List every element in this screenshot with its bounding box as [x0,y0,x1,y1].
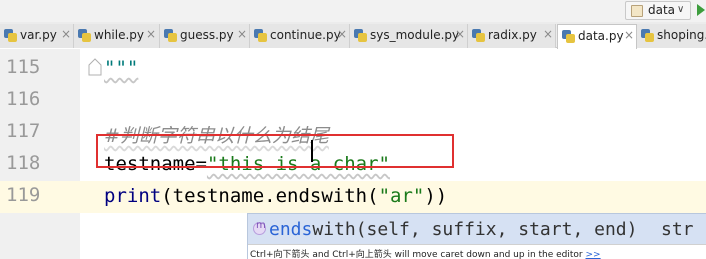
fold-marker-icon[interactable] [88,58,102,76]
completion-signature: endswith(self, suffix, start, end) [269,219,637,240]
tab-label: radix.py [488,28,537,42]
chevron-down-icon: ∨ [677,4,685,15]
python-file-icon [78,29,91,42]
run-icon[interactable] [697,4,705,16]
code-text: """ [104,57,138,79]
line-number: 119 [6,184,41,206]
tab-label: while.py [94,28,145,42]
identifier-token: testname.endswith [172,185,368,207]
builtin-token: print [104,185,162,207]
navigation-bar: data ∨ [0,0,706,22]
close-icon[interactable]: × [455,27,465,41]
tab-radix-py[interactable]: radix.py × [468,24,556,48]
tab-var-py[interactable]: var.py × [0,24,74,48]
completion-type: str [661,219,694,240]
autocomplete-item[interactable]: endswith(self, suffix, start, end) str [248,214,706,244]
run-config-dropdown[interactable]: data ∨ [625,1,691,20]
tab-label: guess.py [180,28,234,42]
line-number: 118 [6,152,41,174]
tab-guess-py[interactable]: guess.py × [160,24,250,48]
paren-token: )) [424,185,448,207]
python-file-icon [472,29,485,42]
docstring-token: """ [104,57,139,79]
close-icon[interactable]: × [237,27,247,41]
python-file-icon [562,30,575,43]
completion-match: ends [269,219,313,240]
tab-shoping-py[interactable]: shoping. [637,24,706,48]
close-icon[interactable]: × [624,28,634,42]
tab-while-py[interactable]: while.py × [74,24,160,48]
run-config-label: data [648,3,676,17]
code-line[interactable]: 116 [0,85,706,117]
completion-hint-link[interactable]: >> [586,250,601,259]
python-file-icon [641,29,654,42]
completion-rest: with(self, suffix, start, end) [312,219,638,240]
close-icon[interactable]: × [337,27,347,41]
tab-sys-module-py[interactable]: sys_module.py × [350,24,468,48]
tab-label: var.py [20,28,57,42]
python-file-icon [254,29,267,42]
tab-continue-py[interactable]: continue.py × [250,24,350,48]
tab-label: data.py [578,29,624,43]
string-token: "ar" [378,185,425,207]
completion-hint-text: Ctrl+向下箭头 and Ctrl+向上箭头 will move caret … [250,250,583,259]
code-text: print(testname.endswith("ar")) [104,185,447,207]
python-file-icon [4,29,17,42]
code-line[interactable]: 115 """ [0,53,706,85]
close-icon[interactable]: × [146,27,156,41]
line-number: 116 [6,88,41,110]
text-caret [311,140,313,162]
line-number: 117 [6,120,41,142]
annotation-highlight-box [96,134,454,168]
python-file-icon [354,29,367,42]
current-code-line[interactable]: 119 print(testname.endswith("ar")) [0,181,706,213]
paren-token: ( [161,185,173,207]
method-icon [253,220,266,235]
editor-tab-bar: var.py × while.py × guess.py × continue.… [0,22,706,49]
line-number: 115 [6,56,41,78]
tab-label: sys_module.py [370,28,460,42]
close-icon[interactable]: × [543,27,553,41]
paren-token: ( [367,185,379,207]
tab-data-py[interactable]: data.py × [557,24,637,49]
completion-hint: Ctrl+向下箭头 and Ctrl+向上箭头 will move caret … [248,244,706,259]
tab-label: continue.py [270,28,341,42]
python-config-icon [631,5,643,17]
python-file-icon [164,29,177,42]
tab-label: shoping. [657,28,706,42]
close-icon[interactable]: × [61,27,71,41]
autocomplete-popup[interactable]: endswith(self, suffix, start, end) str C… [247,213,706,259]
